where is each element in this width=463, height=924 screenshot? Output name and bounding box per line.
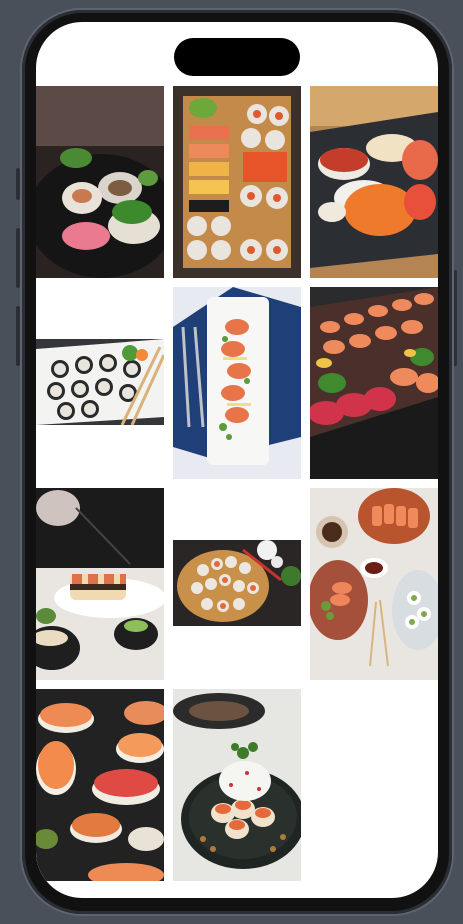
photo-cell[interactable]: [310, 287, 438, 479]
roll-with-daikon-garnish-photo[interactable]: [173, 689, 301, 881]
salmon-sashimi-table-spread-photo[interactable]: [310, 488, 438, 680]
large-sushi-platter-photo[interactable]: [310, 287, 438, 479]
round-sushi-platter-top-view-photo[interactable]: [173, 540, 301, 626]
photo-cell[interactable]: [173, 488, 301, 680]
power-button[interactable]: [453, 270, 457, 366]
chef-plating-sushi-photo[interactable]: [36, 488, 164, 680]
maki-rolls-white-plate-photo[interactable]: [36, 339, 164, 425]
sushi-platter-wooden-board-photo[interactable]: [173, 86, 301, 278]
dynamic-island: [174, 38, 300, 76]
volume-down-button[interactable]: [16, 306, 20, 366]
nigiri-on-slate-photo[interactable]: [310, 86, 438, 278]
photo-cell[interactable]: [36, 287, 164, 479]
photo-cell[interactable]: [310, 86, 438, 278]
photo-cell[interactable]: [173, 689, 301, 881]
phone-screen: [36, 22, 438, 898]
sushi-rolls-dark-plate-photo[interactable]: [36, 86, 164, 278]
photo-cell[interactable]: [173, 86, 301, 278]
salmon-rolls-rectangular-plate-photo[interactable]: [173, 287, 301, 479]
photo-cell[interactable]: [36, 488, 164, 680]
photo-cell[interactable]: [36, 689, 164, 881]
photo-cell[interactable]: [173, 287, 301, 479]
silent-switch[interactable]: [16, 168, 20, 200]
volume-up-button[interactable]: [16, 228, 20, 288]
photo-cell[interactable]: [36, 86, 164, 278]
nigiri-close-up-dark-photo[interactable]: [36, 689, 164, 881]
photo-cell[interactable]: [310, 488, 438, 680]
